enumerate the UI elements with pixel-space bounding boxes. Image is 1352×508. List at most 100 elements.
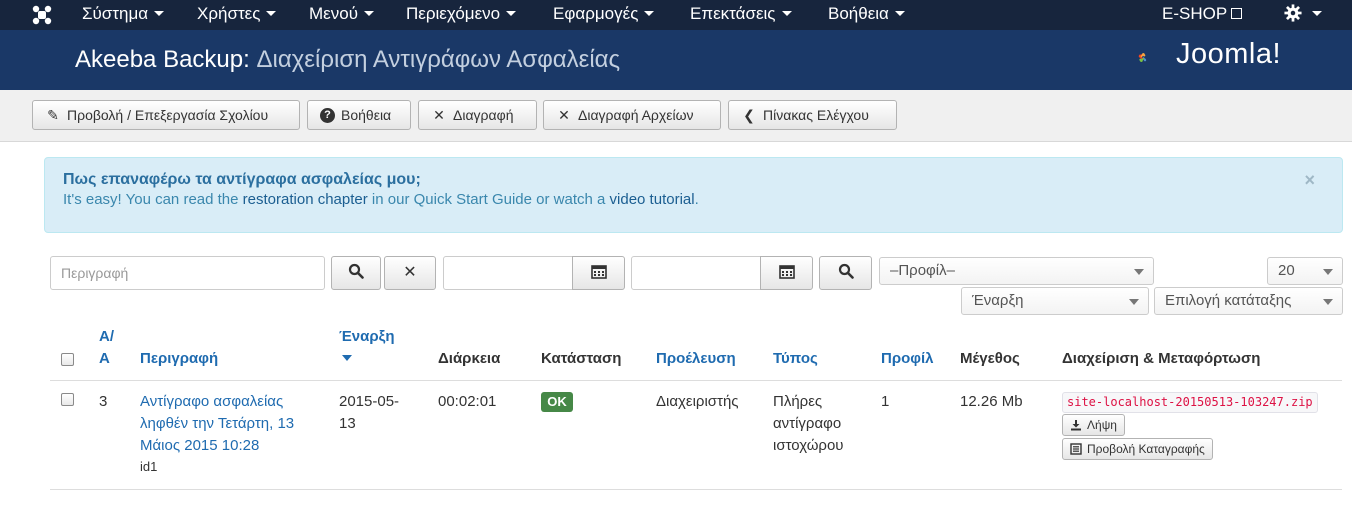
column-origin-header[interactable]: Προέλευση: [656, 350, 736, 367]
chevron-down-icon: [894, 11, 905, 17]
date-search-button[interactable]: [819, 256, 872, 290]
date-to-calendar-button[interactable]: [760, 256, 813, 290]
row-duration: 00:02:01: [438, 393, 497, 410]
search-icon: [348, 264, 364, 280]
view-log-button[interactable]: Προβολή Καταγραφής: [1062, 438, 1213, 460]
menu-system[interactable]: Σύστημα: [82, 0, 165, 30]
row-checkbox[interactable]: [61, 393, 74, 406]
menu-users-label: Χρήστες: [197, 4, 261, 23]
table-row-divider: [50, 489, 1342, 490]
sort-down-icon: [342, 355, 352, 361]
menu-extensions[interactable]: Επεκτάσεις: [690, 0, 792, 30]
row-description-link[interactable]: Αντίγραφο ασφαλείας ληφθέν την Τετάρτη, …: [140, 391, 294, 457]
edit-comment-label: Προβολή / Επεξεργασία Σχολίου: [67, 107, 269, 123]
row-size: 12.26 Mb: [960, 393, 1023, 410]
download-button[interactable]: Λήψη: [1062, 414, 1125, 436]
order-by-select[interactable]: Έναρξη: [961, 287, 1149, 315]
page-title: Akeeba Backup: Διαχείριση Αντιγράφων Ασφ…: [75, 46, 620, 74]
x-icon: ✕: [433, 107, 445, 123]
edit-comment-button[interactable]: ✎ Προβολή / Επεξεργασία Σχολίου: [32, 100, 300, 130]
date-to-input[interactable]: [631, 256, 761, 290]
page-header: Akeeba Backup: Διαχείριση Αντιγράφων Ασφ…: [0, 30, 1352, 90]
menu-users[interactable]: Χρήστες: [197, 0, 277, 30]
row-description-line: ληφθέν την Τετάρτη, 13: [140, 415, 295, 432]
site-link[interactable]: E-SHOP: [1162, 0, 1243, 30]
page-title-prefix: Akeeba Backup:: [75, 46, 250, 73]
search-icon: [838, 264, 854, 280]
view-log-label: Προβολή Καταγραφής: [1087, 442, 1205, 456]
site-link-label: E-SHOP: [1162, 4, 1228, 23]
row-type-line: Πλήρες: [773, 393, 823, 410]
alert-heading: Πως επαναφέρω τα αντίγραφα ασφαλείας μου…: [63, 171, 421, 188]
calendar-icon: [778, 264, 795, 279]
alert-text-1: It's easy! You can read the: [63, 191, 239, 208]
delete-label: Διαγραφή: [453, 107, 514, 123]
column-profile-header[interactable]: Προφίλ: [881, 350, 934, 367]
row-type-line: ιστοχώρου: [773, 437, 844, 454]
download-label: Λήψη: [1087, 418, 1117, 432]
delete-files-button[interactable]: ✕ Διαγραφή Αρχείων: [543, 100, 721, 130]
sort-direction-select[interactable]: Επιλογή κατάταξης: [1154, 287, 1343, 315]
menu-content-label: Περιεχόμενο: [406, 4, 501, 23]
clear-filter-button[interactable]: ✕: [384, 256, 436, 290]
column-description-header[interactable]: Περιγραφή: [140, 350, 218, 367]
page-title-sub: Διαχείριση Αντιγράφων Ασφαλείας: [256, 46, 621, 73]
row-description-id: id1: [140, 459, 158, 474]
row-start-line: 2015-05-: [339, 393, 400, 410]
settings-menu[interactable]: [1284, 0, 1322, 30]
limit-select-value: 20: [1278, 262, 1295, 279]
row-type-line: αντίγραφο: [773, 415, 842, 432]
column-id-header[interactable]: Α/: [99, 328, 114, 345]
chevron-down-icon: [1323, 299, 1333, 305]
close-icon[interactable]: ×: [1304, 170, 1315, 191]
help-button[interactable]: ? Βοήθεια: [307, 100, 411, 130]
help-icon: ?: [320, 107, 335, 123]
row-start: 2015-05- 13: [339, 391, 399, 435]
toolbar: ✎ Προβολή / Επεξεργασία Σχολίου ? Βοήθεια …: [0, 90, 1352, 142]
limit-select[interactable]: 20: [1267, 257, 1343, 285]
column-size-header: Μέγεθος: [960, 350, 1020, 367]
row-filename: site-localhost-20150513-103247.zip: [1062, 392, 1318, 413]
description-search-input[interactable]: Περιγραφή: [50, 256, 325, 290]
chevron-down-icon: [781, 11, 792, 17]
menu-content[interactable]: Περιεχόμενο: [406, 0, 517, 30]
profile-select[interactable]: –Προφίλ–: [879, 257, 1154, 285]
select-all-checkbox[interactable]: [61, 353, 74, 366]
x-icon: ✕: [403, 264, 417, 281]
joomla-menu-icon[interactable]: [30, 3, 54, 27]
search-button[interactable]: [331, 256, 381, 290]
chevron-left-icon: ❮: [743, 107, 755, 123]
alert-body: It's easy! You can read the restoration …: [63, 191, 699, 208]
list-icon: [1069, 439, 1083, 459]
order-by-value: Έναρξη: [972, 292, 1024, 309]
menu-help[interactable]: Βοήθεια: [828, 0, 905, 30]
control-panel-label: Πίνακας Ελέγχου: [763, 107, 869, 123]
delete-button[interactable]: ✕ Διαγραφή: [418, 100, 537, 130]
gear-icon: [1284, 4, 1302, 22]
menu-menus[interactable]: Μενού: [309, 0, 374, 30]
column-id-header-line2[interactable]: Α: [99, 350, 110, 367]
column-type-header[interactable]: Τύπος: [773, 350, 818, 367]
menu-components-label: Εφαρμογές: [553, 4, 639, 23]
table-header-divider: [50, 380, 1342, 381]
video-tutorial-link[interactable]: video tutorial: [610, 191, 695, 208]
restore-info-alert: Πως επαναφέρω τα αντίγραφα ασφαλείας μου…: [44, 157, 1343, 233]
top-navbar: Σύστημα Χρήστες Μενού Περιεχόμενο Εφαρμο…: [0, 0, 1352, 30]
menu-menus-label: Μενού: [309, 4, 358, 23]
restoration-chapter-link[interactable]: restoration chapter: [243, 191, 368, 208]
control-panel-button[interactable]: ❮ Πίνακας Ελέγχου: [728, 100, 897, 130]
row-id: 3: [99, 393, 108, 410]
menu-extensions-label: Επεκτάσεις: [690, 4, 776, 23]
menu-system-label: Σύστημα: [82, 4, 149, 23]
date-from-input[interactable]: [443, 256, 573, 290]
chevron-down-icon: [1129, 299, 1139, 305]
chevron-down-icon: [1134, 269, 1144, 275]
row-type: Πλήρες αντίγραφο ιστοχώρου: [773, 391, 844, 457]
date-from-calendar-button[interactable]: [572, 256, 625, 290]
edit-icon: ✎: [47, 107, 59, 123]
column-manage-header: Διαχείριση & Μεταφόρτωση: [1062, 350, 1261, 367]
menu-components[interactable]: Εφαρμογές: [553, 0, 655, 30]
alert-text-2: in our Quick Start Guide or watch a: [371, 191, 606, 208]
column-start-header[interactable]: Έναρξη: [339, 328, 394, 345]
joomla-brand-text: Joomla!: [1176, 38, 1282, 70]
